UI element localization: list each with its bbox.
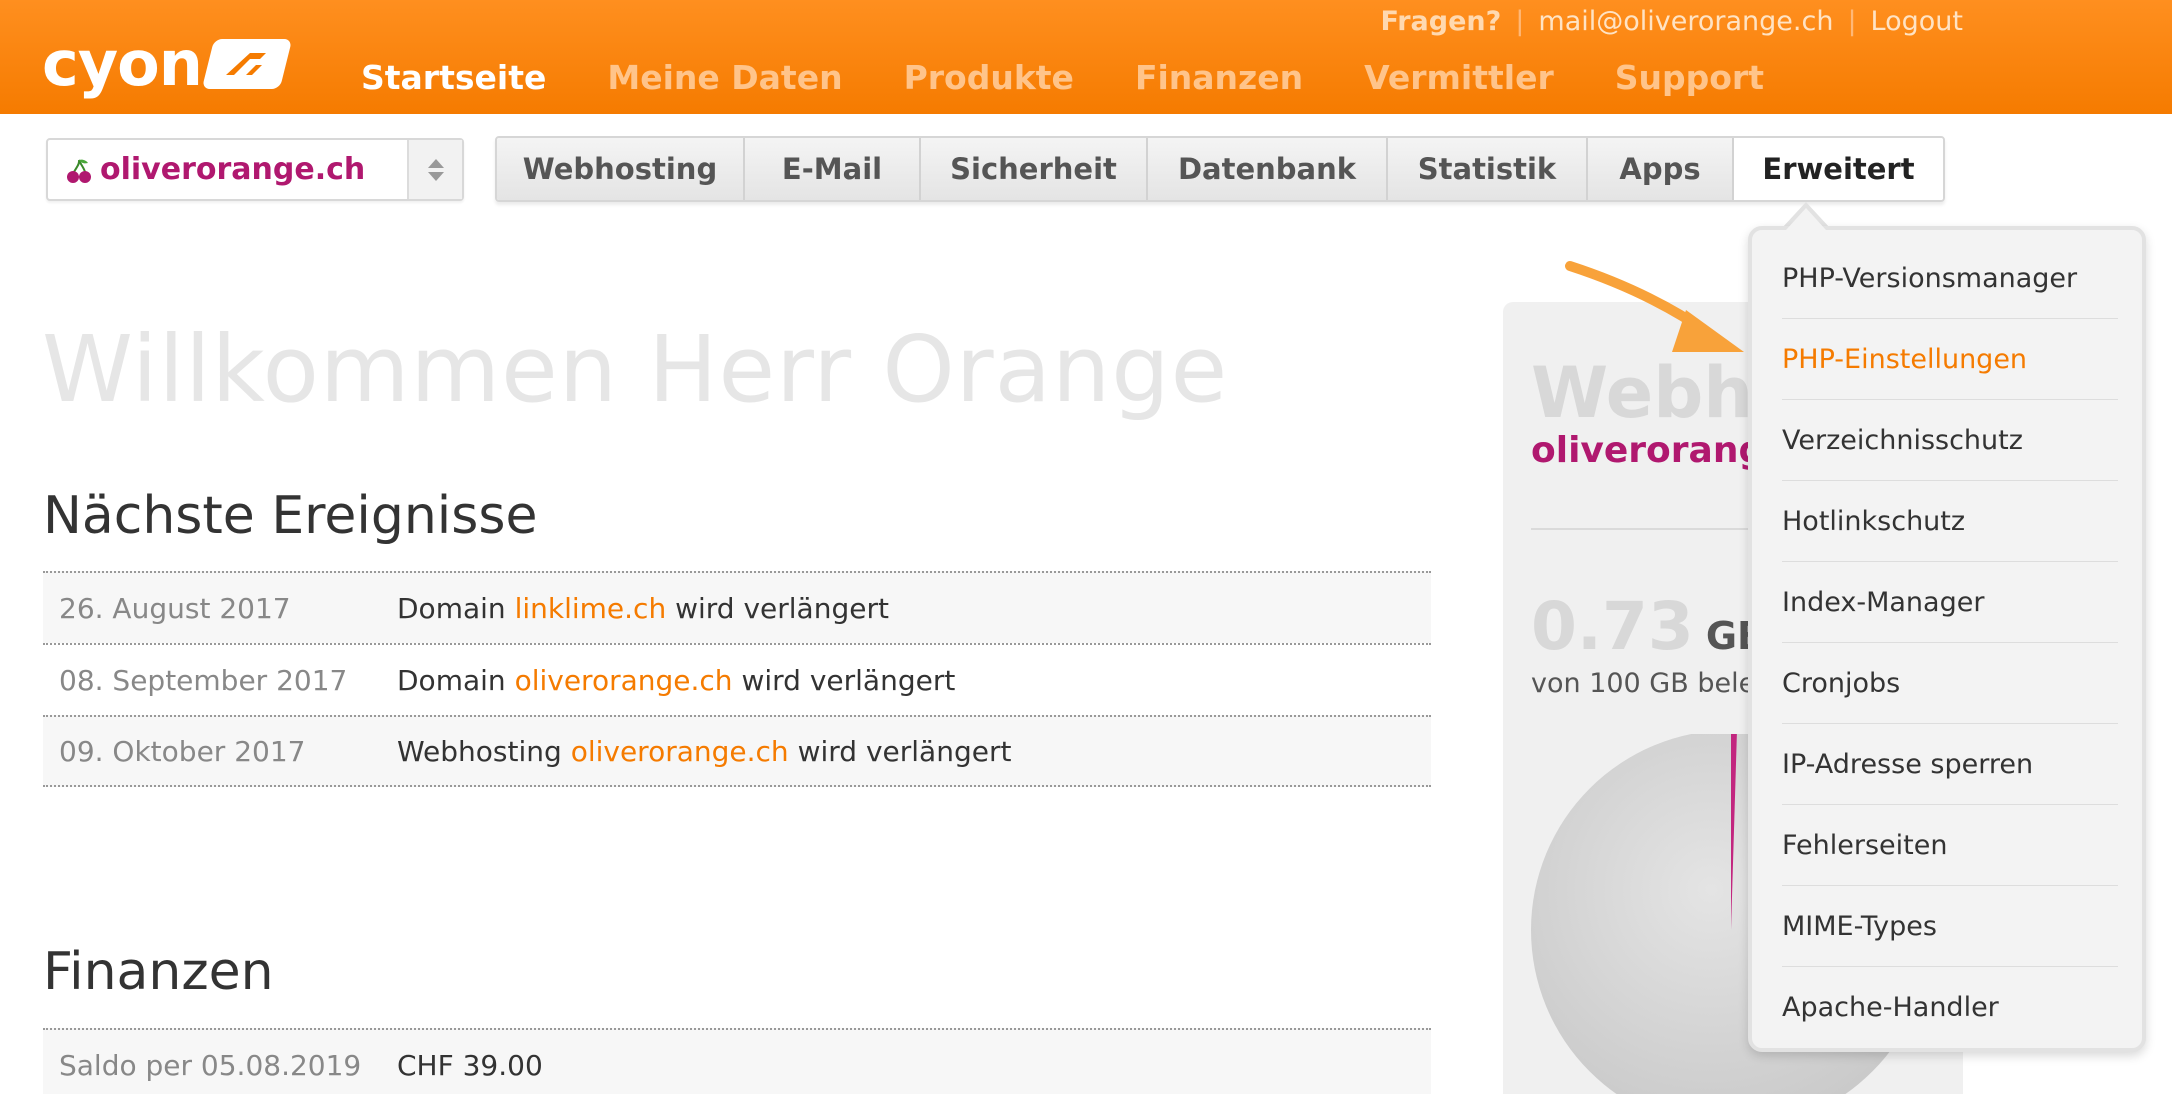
menu-item-php-einstellungen[interactable]: PHP-Einstellungen (1782, 319, 2118, 400)
events-list: 26. August 2017 Domain linklime.ch wird … (43, 571, 1431, 787)
finance-value: CHF 39.00 (397, 1048, 543, 1082)
finance-label: Saldo per 05.08.2019 (59, 1048, 362, 1082)
event-date: 09. Oktober 2017 (59, 734, 306, 768)
top-bar: cyon Fragen? | mail@oliverorange.ch | Lo… (0, 0, 2172, 114)
nav-finanzen[interactable]: Finanzen (1135, 58, 1303, 97)
usage-value: 0.73 (1531, 588, 1694, 665)
dropdown-menu: PHP-Versionsmanager PHP-Einstellungen Ve… (1782, 238, 2118, 1048)
erweitert-dropdown: PHP-Versionsmanager PHP-Einstellungen Ve… (1748, 226, 2146, 1052)
nav-support[interactable]: Support (1615, 58, 1764, 97)
menu-item-fehlerseiten[interactable]: Fehlerseiten (1782, 805, 2118, 886)
logo-badge-icon (201, 39, 293, 89)
tab-apps[interactable]: Apps (1588, 138, 1734, 200)
finance-row: Saldo per 05.08.2019 CHF 39.00 (43, 1028, 1431, 1094)
menu-item-index-manager[interactable]: Index-Manager (1782, 562, 2118, 643)
utility-links: Fragen? | mail@oliverorange.ch | Logout (1381, 6, 1964, 37)
event-domain-link[interactable]: oliverorange.ch (515, 664, 733, 697)
event-row: 09. Oktober 2017 Webhosting oliverorange… (43, 715, 1431, 787)
tab-statistik[interactable]: Statistik (1388, 138, 1588, 200)
event-domain-link[interactable]: oliverorange.ch (571, 735, 789, 768)
annotation-arrow-icon (1560, 252, 1760, 376)
event-domain-link[interactable]: linklime.ch (515, 592, 667, 625)
utility-separator: | (1847, 6, 1857, 37)
finance-list: Saldo per 05.08.2019 CHF 39.00 (43, 1028, 1431, 1094)
nav-startseite[interactable]: Startseite (361, 58, 546, 97)
event-description: Domain oliverorange.ch wird verlängert (397, 663, 956, 697)
menu-item-php-versionsmanager[interactable]: PHP-Versionsmanager (1782, 238, 2118, 319)
domain-select[interactable]: oliverorange.ch (46, 138, 464, 201)
menu-item-hotlinkschutz[interactable]: Hotlinkschutz (1782, 481, 2118, 562)
cherry-icon (66, 158, 92, 188)
menu-item-verzeichnisschutz[interactable]: Verzeichnisschutz (1782, 400, 2118, 481)
logout-link[interactable]: Logout (1871, 6, 1963, 37)
tab-datenbank[interactable]: Datenbank (1148, 138, 1388, 200)
event-description: Webhosting oliverorange.ch wird verlänge… (397, 734, 1012, 768)
storage-usage: 0.73 GB (1531, 588, 1766, 665)
product-tabs: Webhosting E-Mail Sicherheit Datenbank S… (495, 136, 1945, 202)
cyon-logo[interactable]: cyon (42, 27, 293, 100)
event-description: Domain linklime.ch wird verlängert (397, 591, 889, 625)
menu-item-apache-handler[interactable]: Apache-Handler (1782, 967, 2118, 1048)
main-nav: Startseite Meine Daten Produkte Finanzen… (361, 58, 1825, 97)
utility-separator: | (1515, 6, 1525, 37)
help-link[interactable]: Fragen? (1381, 6, 1502, 37)
finance-heading: Finanzen (43, 942, 274, 1002)
nav-produkte[interactable]: Produkte (904, 58, 1074, 97)
menu-item-mime-types[interactable]: MIME-Types (1782, 886, 2118, 967)
event-row: 08. September 2017 Domain oliverorange.c… (43, 643, 1431, 715)
welcome-heading: Willkommen Herr Orange (42, 316, 1229, 423)
dropdown-caret-inner (1786, 208, 1826, 230)
event-date: 26. August 2017 (59, 591, 291, 625)
event-row: 26. August 2017 Domain linklime.ch wird … (43, 571, 1431, 643)
tab-sicherheit[interactable]: Sicherheit (921, 138, 1148, 200)
menu-item-cronjobs[interactable]: Cronjobs (1782, 643, 2118, 724)
events-heading: Nächste Ereignisse (43, 486, 538, 546)
tab-email[interactable]: E-Mail (745, 138, 921, 200)
event-date: 08. September 2017 (59, 663, 348, 697)
tab-erweitert[interactable]: Erweitert (1734, 138, 1943, 200)
select-stepper-icon (407, 140, 462, 199)
usage-subtext: von 100 GB beleg (1531, 668, 1773, 699)
tab-webhosting[interactable]: Webhosting (497, 138, 745, 200)
menu-item-ip-adresse-sperren[interactable]: IP-Adresse sperren (1782, 724, 2118, 805)
logo-text: cyon (42, 27, 203, 100)
account-email-link[interactable]: mail@oliverorange.ch (1538, 6, 1833, 37)
nav-vermittler[interactable]: Vermittler (1364, 58, 1554, 97)
selected-domain: oliverorange.ch (100, 152, 366, 187)
nav-meine-daten[interactable]: Meine Daten (607, 58, 842, 97)
